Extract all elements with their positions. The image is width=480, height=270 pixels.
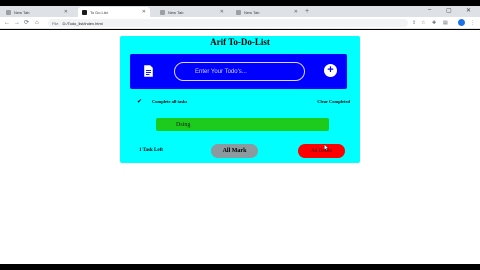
tab-favicon-icon — [160, 9, 165, 15]
forward-button[interactable]: → — [14, 19, 20, 27]
check-double-icon[interactable]: ✔ — [137, 98, 142, 105]
new-tab-button[interactable]: + — [305, 8, 309, 16]
todo-text-input[interactable]: Enter Your Todo's... — [174, 62, 305, 81]
task-item[interactable]: Dsing — [156, 118, 329, 131]
all-mark-button[interactable]: All Mark — [211, 144, 258, 158]
home-button[interactable]: ⌂ — [35, 19, 39, 27]
tab-close-icon[interactable]: ✕ — [294, 9, 298, 15]
maximize-button[interactable]: ▢ — [446, 7, 452, 14]
extensions-icon[interactable]: ✚ — [432, 20, 436, 26]
document-icon — [144, 65, 153, 77]
add-todo-button[interactable]: + — [324, 64, 337, 77]
todo-input-bar: Enter Your Todo's... + — [130, 54, 347, 89]
complete-all-link[interactable]: Complete all tasks — [152, 99, 187, 104]
bookmark-star-icon[interactable]: ☆ — [421, 20, 425, 26]
tab-favicon-icon — [82, 9, 87, 15]
page-viewport: Arif To-Do-List Enter Your Todo's... + ✔… — [0, 30, 480, 264]
file-scheme-label: File — [52, 20, 59, 26]
tab-close-icon[interactable]: ✕ — [220, 9, 224, 15]
tab-strip: New Tab ✕ To Do List ✕ New Tab ✕ New Tab… — [0, 6, 480, 17]
tasks-left-count: 1 Task Left — [139, 148, 163, 153]
share-icon[interactable]: ⇪ — [412, 20, 416, 26]
tab-new-3[interactable]: New Tab ✕ — [232, 7, 302, 17]
sidebar-icon[interactable]: ▤ — [443, 20, 448, 26]
tab-label: New Tab — [168, 9, 184, 15]
tab-todo-list[interactable]: To Do List ✕ — [78, 7, 150, 17]
tab-favicon-icon — [236, 9, 241, 15]
reload-button[interactable]: ⟳ — [24, 19, 29, 27]
tab-favicon-icon — [6, 9, 11, 15]
tab-close-icon[interactable]: ✕ — [64, 9, 68, 15]
tab-new-2[interactable]: New Tab ✕ — [156, 7, 228, 17]
clear-completed-link[interactable]: Clear Completed — [317, 99, 350, 104]
todo-app-card: Arif To-Do-List Enter Your Todo's... + ✔… — [120, 36, 360, 163]
minimize-button[interactable]: – — [428, 7, 431, 13]
address-url: D:/Todo_list/index.html — [62, 20, 103, 26]
back-button[interactable]: ← — [4, 19, 10, 27]
tab-close-icon[interactable]: ✕ — [142, 9, 146, 15]
letterbox-bottom — [0, 264, 480, 270]
plus-icon: + — [327, 64, 334, 76]
mouse-cursor-icon — [324, 144, 329, 151]
close-window-button[interactable]: ✕ — [466, 7, 471, 14]
tab-label: New Tab — [244, 9, 260, 15]
app-title: Arif To-Do-List — [210, 37, 270, 47]
delete-all-button[interactable]: All Delete — [298, 144, 345, 158]
profile-avatar[interactable] — [458, 19, 465, 26]
address-bar[interactable]: File D:/Todo_list/index.html — [48, 19, 408, 27]
tab-label: To Do List — [90, 9, 108, 15]
screen: New Tab ✕ To Do List ✕ New Tab ✕ New Tab… — [0, 0, 480, 270]
tab-label: New Tab — [14, 9, 30, 15]
tab-new-1[interactable]: New Tab ✕ — [2, 7, 72, 17]
menu-kebab-icon[interactable]: ⋮ — [470, 20, 475, 26]
browser-toolbar: ← → ⟳ ⌂ File D:/Todo_list/index.html ⇪ ☆… — [0, 17, 480, 29]
task-text: Dsing — [176, 121, 191, 128]
